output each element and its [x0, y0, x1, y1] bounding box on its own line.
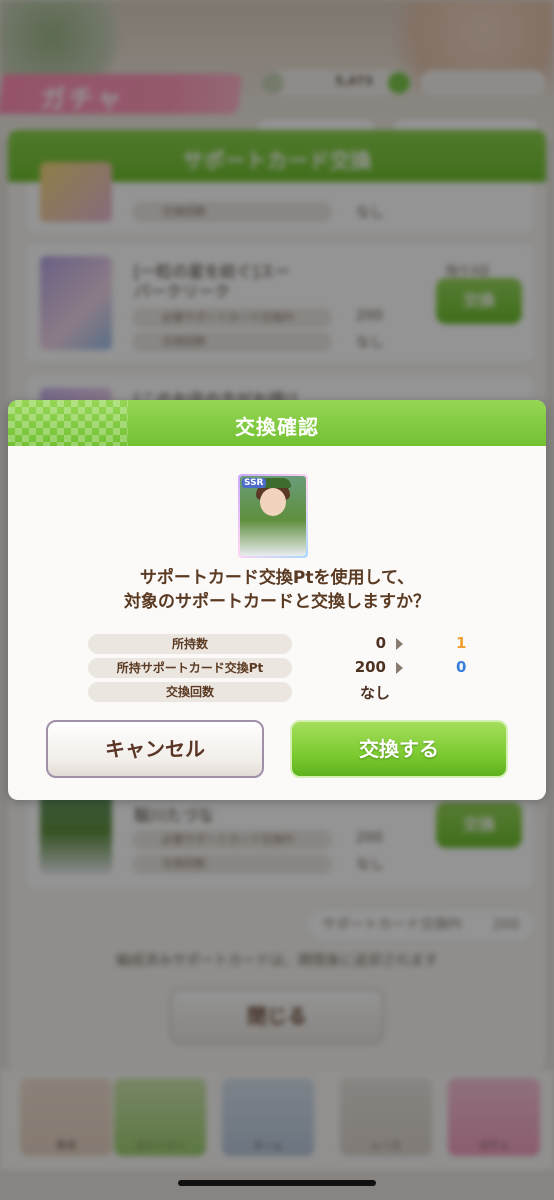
info-label-pt: 所持サポートカード交換Pt — [88, 658, 292, 678]
confirm-message-line-1: サポートカード交換Ptを使用して、 — [139, 568, 415, 588]
exchange-confirm-button[interactable]: 交換する — [290, 720, 508, 778]
rarity-badge: SSR — [242, 478, 266, 488]
info-pt-before: 200 — [354, 658, 386, 676]
confirm-message-line-2: 対象のサポートカードと交換しますか？ — [124, 592, 430, 612]
info-label-count: 交換回数 — [88, 682, 292, 702]
support-card-image: SSR — [238, 474, 308, 558]
arrow-right-icon — [396, 662, 403, 674]
dialog-title: 交換確認 — [235, 415, 319, 439]
cancel-button[interactable]: キャンセル — [46, 720, 264, 778]
arrow-right-icon — [396, 638, 403, 650]
info-owned-after: 1 — [456, 634, 467, 652]
info-owned-before: 0 — [375, 634, 386, 652]
info-pt-after: 0 — [456, 658, 467, 676]
info-label-owned: 所持数 — [88, 634, 292, 654]
info-count-before: なし — [359, 684, 390, 702]
confirm-message: サポートカード交換Ptを使用して、 対象のサポートカードと交換しますか？ — [0, 566, 554, 614]
home-indicator[interactable] — [178, 1180, 376, 1186]
